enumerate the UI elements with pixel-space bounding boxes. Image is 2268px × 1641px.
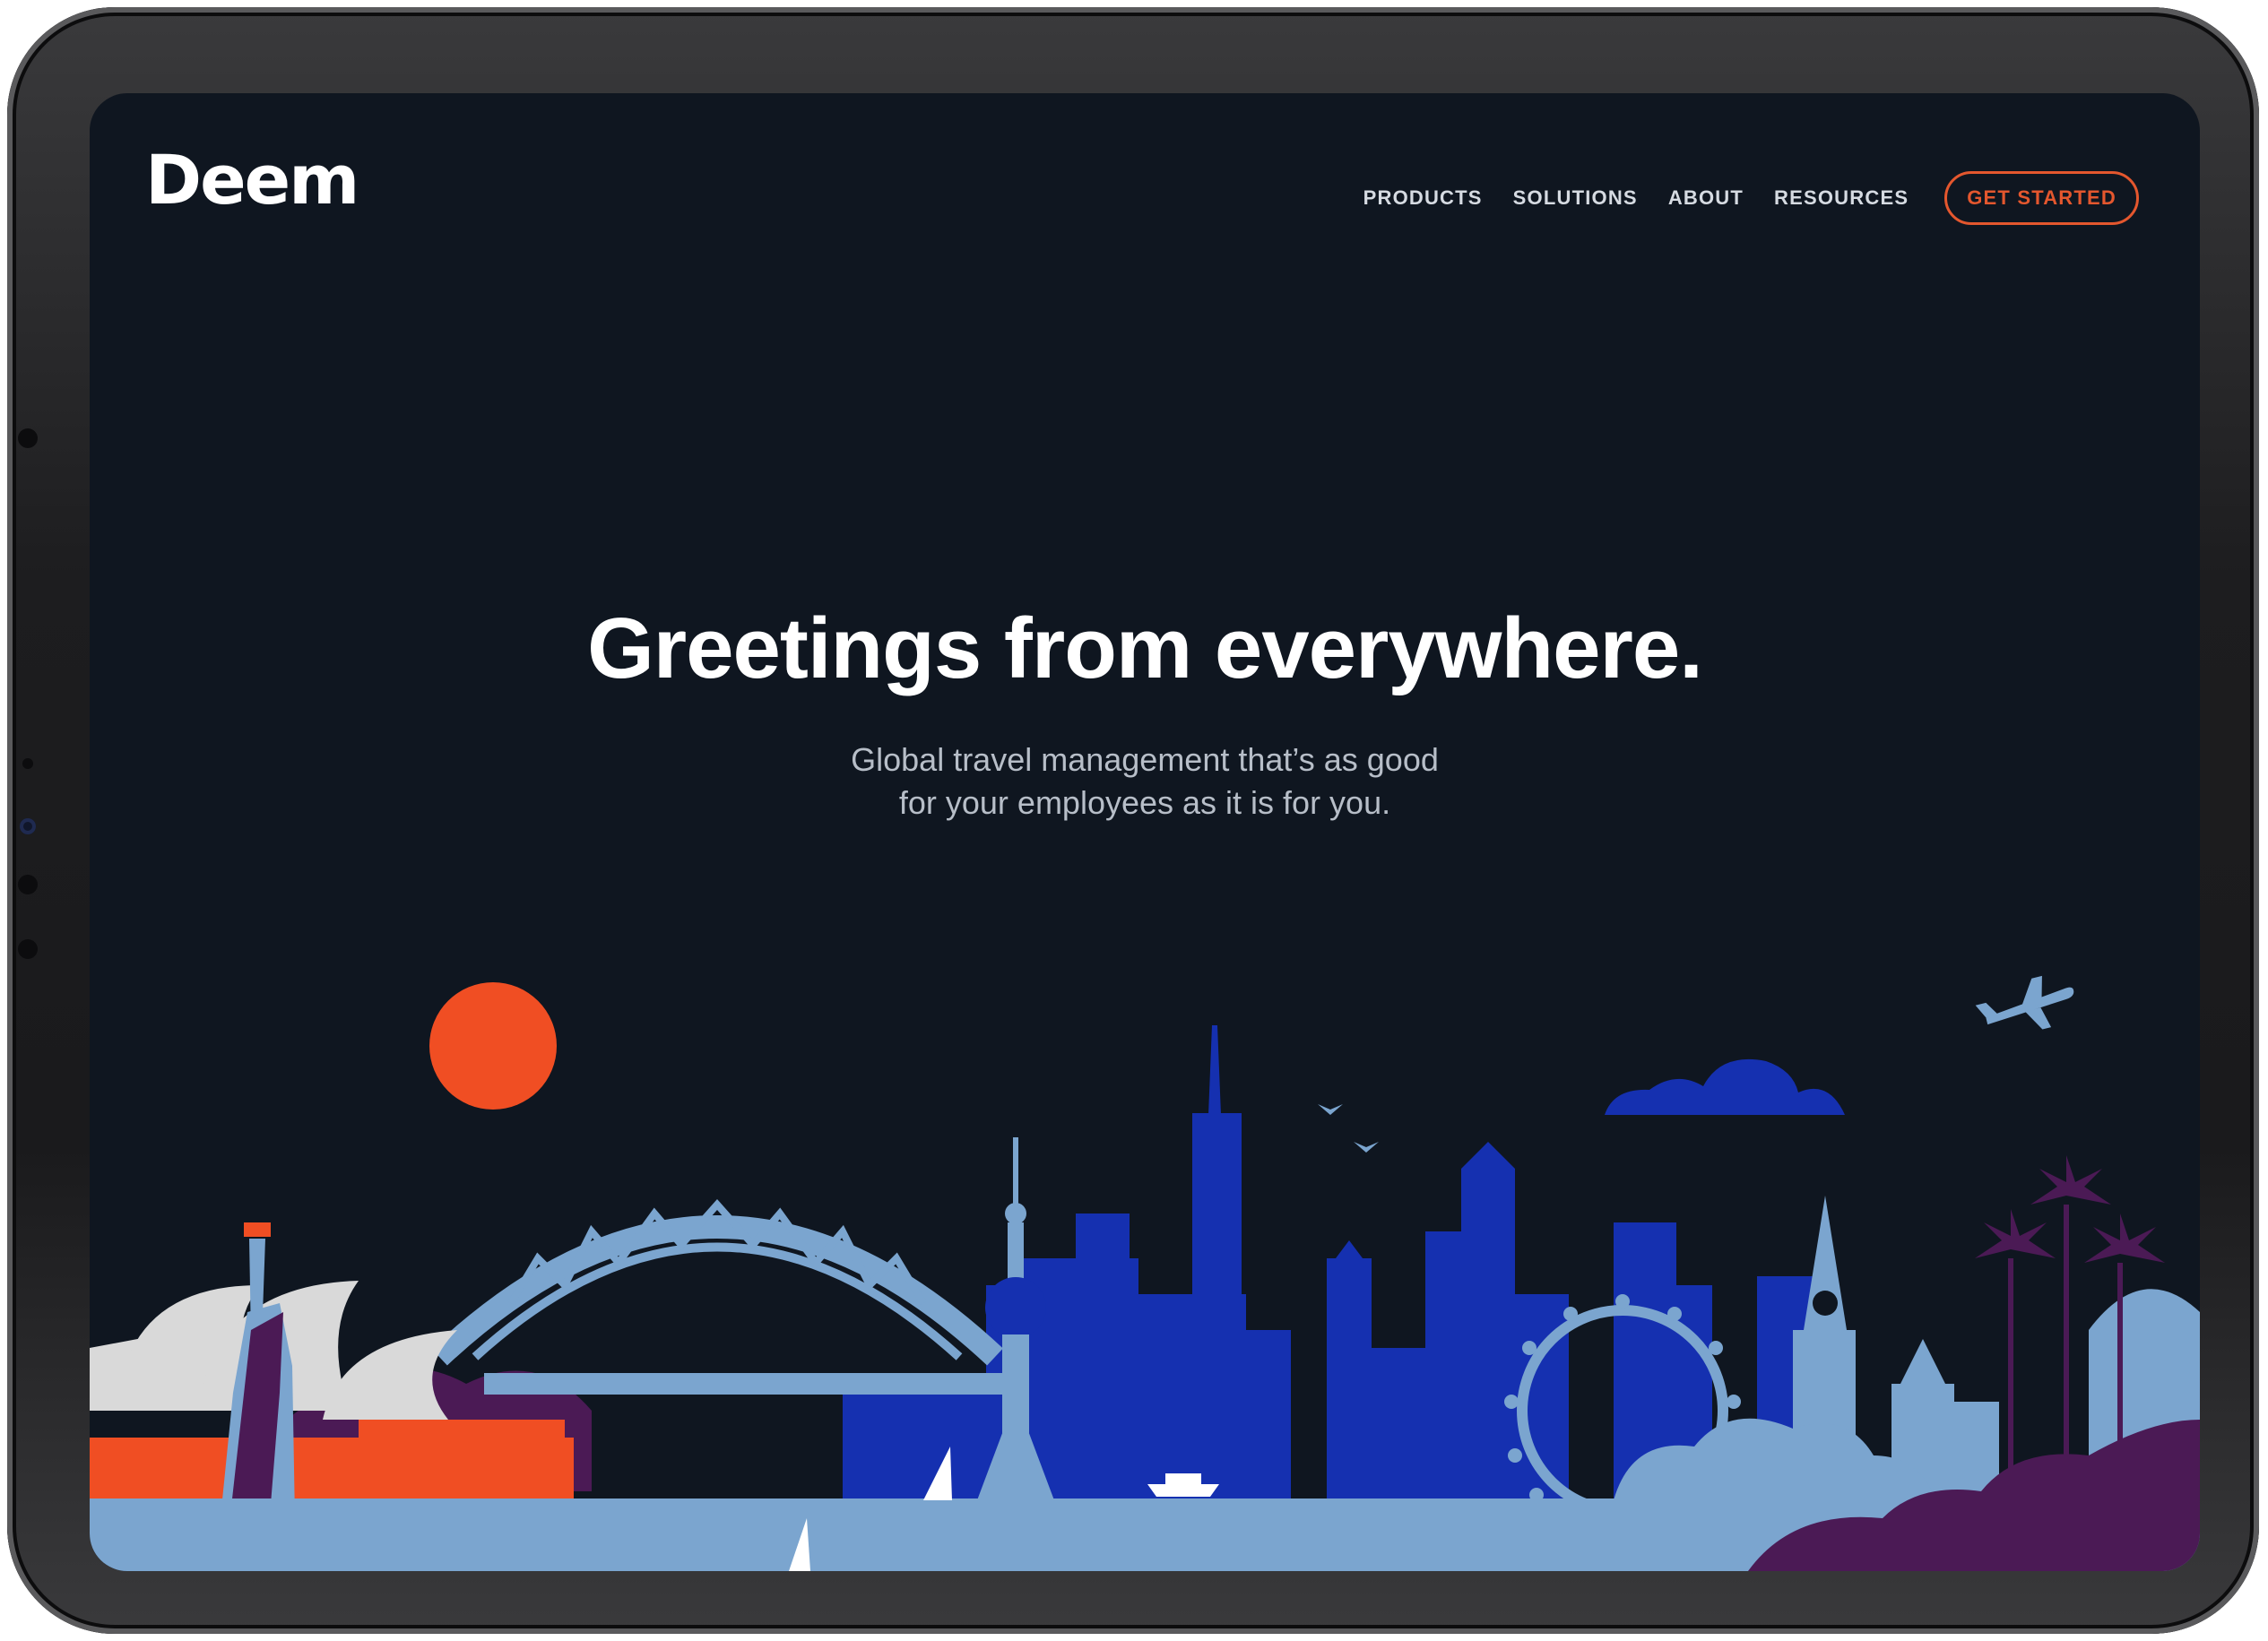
bridge-icon: [431, 1198, 1022, 1395]
tablet-frame: Deem PRODUCTS SOLUTIONS ABOUT RESOURCES …: [7, 7, 2259, 1634]
cloud-icon: [1605, 1058, 1845, 1115]
airplane-icon: [1975, 975, 2074, 1030]
side-sensor: [18, 428, 38, 448]
bird-icon: [1318, 1104, 1343, 1115]
side-sensor: [18, 939, 38, 959]
side-sensor: [22, 758, 33, 769]
side-sensor: [18, 875, 38, 894]
sun-icon: [429, 982, 557, 1110]
city-skyline-illustration: [90, 975, 2200, 1571]
bird-icon: [1354, 1142, 1379, 1153]
side-camera: [20, 818, 36, 834]
browser-screen: Deem PRODUCTS SOLUTIONS ABOUT RESOURCES …: [90, 93, 2200, 1571]
